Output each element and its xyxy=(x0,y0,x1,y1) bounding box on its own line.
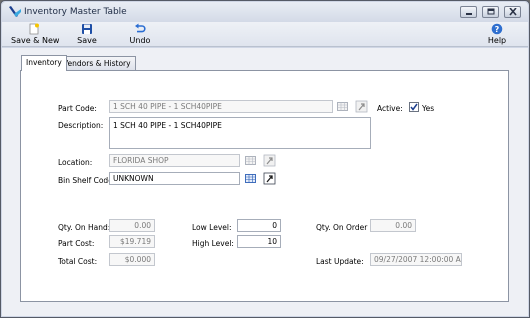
active-checkbox-label: Yes xyxy=(422,104,435,113)
help-label: Help xyxy=(487,36,507,45)
part-code-field[interactable]: 1 SCH 40 PIPE - 1 SCH40PIPE xyxy=(109,100,333,113)
save-new-label: Save & New xyxy=(11,36,60,45)
qty-on-hand-field[interactable]: 0.00 xyxy=(109,219,155,232)
bin-shelf-code-field[interactable]: UNKNOWN xyxy=(109,172,240,185)
location-label: Location: xyxy=(58,158,93,167)
toolbar: Save & New Save Undo ? Help xyxy=(2,22,528,47)
restore-button[interactable] xyxy=(482,6,499,18)
help-button[interactable]: ? Help xyxy=(486,23,508,46)
high-level-label: High Level: xyxy=(192,239,234,248)
table-grid-icon[interactable] xyxy=(244,154,257,167)
description-field[interactable]: 1 SCH 40 PIPE - 1 SCH40PIPE xyxy=(109,117,371,149)
total-cost-label: Total Cost: xyxy=(58,257,98,266)
checkmark-icon xyxy=(410,103,418,111)
new-document-icon xyxy=(29,23,39,35)
window-title: Inventory Master Table xyxy=(24,7,127,17)
undo-arrow-icon xyxy=(135,23,146,33)
total-cost-field[interactable]: $0.000 xyxy=(109,253,155,266)
inventory-window: Inventory Master Table Save & New Save U… xyxy=(0,0,530,318)
low-level-field[interactable]: 0 xyxy=(237,219,281,232)
minimize-button[interactable] xyxy=(460,6,477,18)
save-button[interactable]: Save xyxy=(76,23,98,46)
part-cost-label: Part Cost: xyxy=(58,239,95,248)
tab-vendors-history[interactable]: Vendors & History xyxy=(58,56,136,70)
qty-on-order-field[interactable]: 0.00 xyxy=(370,219,416,232)
tab-inventory[interactable]: Inventory xyxy=(21,55,67,71)
close-button[interactable] xyxy=(504,6,521,18)
active-checkbox[interactable] xyxy=(409,102,419,112)
close-icon xyxy=(509,8,517,16)
high-level-field[interactable]: 10 xyxy=(237,235,281,248)
bin-shelf-code-label: Bin Shelf Code: xyxy=(58,176,116,185)
save-label: Save xyxy=(77,36,97,45)
svg-text:?: ? xyxy=(495,25,500,34)
part-code-label: Part Code: xyxy=(58,104,97,113)
undo-label: Undo xyxy=(129,36,151,45)
minimize-icon xyxy=(466,13,472,15)
help-question-icon: ? xyxy=(491,23,503,35)
last-update-field[interactable]: 09/27/2007 12:00:00 AM xyxy=(370,253,462,266)
table-grid-icon[interactable] xyxy=(336,100,349,113)
qty-on-order-label: Qty. On Order xyxy=(316,223,368,232)
part-cost-field[interactable]: $19.719 xyxy=(109,235,155,248)
edit-pointer-icon[interactable] xyxy=(263,172,276,185)
restore-icon xyxy=(487,8,495,15)
floppy-disk-icon xyxy=(82,24,92,34)
location-field[interactable]: FLORIDA SHOP xyxy=(109,154,240,167)
edit-pointer-icon[interactable] xyxy=(263,154,276,167)
save-new-button[interactable]: Save & New xyxy=(11,23,60,46)
qty-on-hand-label: Qty. On Hand: xyxy=(58,223,111,232)
description-label: Description: xyxy=(58,121,104,130)
title-bar[interactable]: Inventory Master Table xyxy=(2,2,528,22)
last-update-label: Last Update: xyxy=(316,257,364,266)
active-label: Active: xyxy=(377,104,403,113)
undo-button[interactable]: Undo xyxy=(128,23,152,46)
edit-pointer-icon[interactable] xyxy=(355,100,368,113)
table-grid-icon[interactable] xyxy=(244,172,257,185)
inventory-app-icon xyxy=(9,6,21,17)
low-level-label: Low Level: xyxy=(192,223,232,232)
